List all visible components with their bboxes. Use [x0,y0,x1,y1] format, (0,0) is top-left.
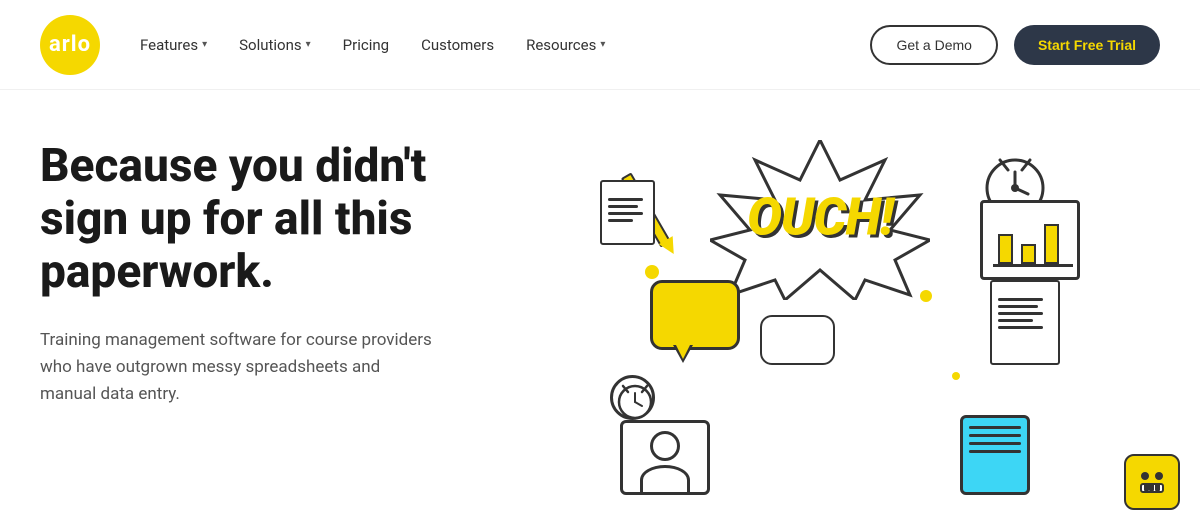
hero-title: Because you didn't sign up for all this … [40,140,520,299]
start-trial-button[interactable]: Start Free Trial [1014,25,1160,65]
navbar: arlo Features ▾ Solutions ▾ Pricing Cust… [0,0,1200,90]
document-icon [600,180,655,245]
nav-solutions[interactable]: Solutions ▾ [239,36,311,54]
speech-bubble-icon [650,280,740,350]
chatbot-eye-left [1141,472,1149,480]
chevron-down-icon: ▾ [306,39,311,50]
chatbot-eyes [1141,472,1163,480]
dot-decoration [645,265,659,279]
hero-illustration: OUCH! [520,90,1160,530]
chatbot-tooth [1155,484,1160,491]
chatbot-tooth [1144,484,1149,491]
hero-content: Because you didn't sign up for all this … [40,90,520,408]
illustration-container: OUCH! [590,120,1090,500]
document-icon-2 [990,280,1060,365]
get-demo-button[interactable]: Get a Demo [870,25,997,65]
nav-features[interactable]: Features ▾ [140,36,207,54]
chatbot-tooth [1149,484,1154,491]
nav-actions: Get a Demo Start Free Trial [870,25,1160,65]
nav-links: Features ▾ Solutions ▾ Pricing Customers… [140,36,870,54]
person-body [640,465,690,495]
chevron-down-icon: ▾ [600,39,605,50]
chatbot-mouth [1140,483,1164,493]
hero-subtitle: Training management software for course … [40,327,440,409]
person-monitor-icon [620,420,710,495]
chatbot-eye-right [1155,472,1163,480]
person-head [650,431,680,461]
nav-customers[interactable]: Customers [421,36,494,54]
tablet-icon [960,415,1030,495]
logo-text: arlo [49,32,91,57]
dot-decoration [952,372,960,380]
nav-pricing[interactable]: Pricing [343,36,389,54]
chevron-down-icon: ▾ [202,39,207,50]
chatbot-widget[interactable] [1124,454,1180,510]
nav-resources[interactable]: Resources ▾ [526,36,605,54]
ouch-burst: OUCH! [710,140,930,300]
chat-bubble-icon [760,315,835,365]
dot-decoration [920,290,932,302]
alarm-clock-icon [610,375,655,420]
ouch-text: OUCH! [747,186,893,247]
logo[interactable]: arlo [40,15,100,75]
whiteboard-icon [980,200,1080,280]
hero-section: Because you didn't sign up for all this … [0,90,1200,530]
